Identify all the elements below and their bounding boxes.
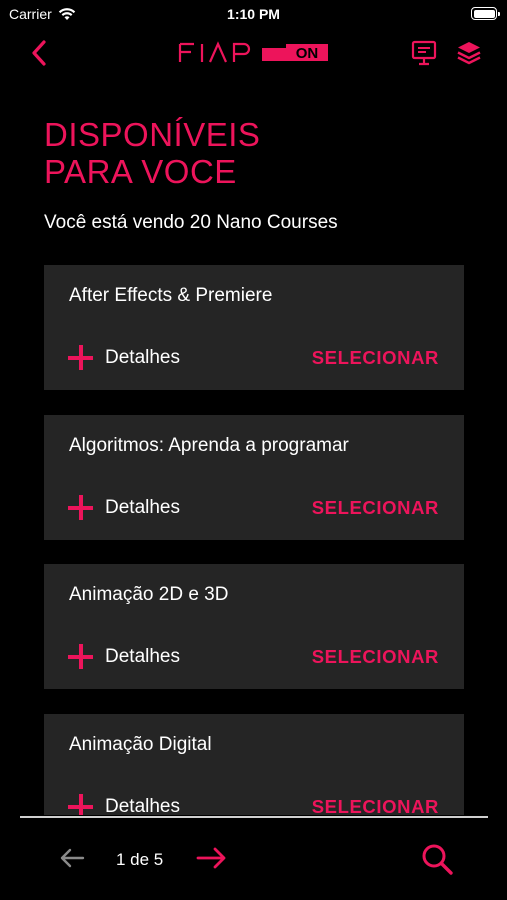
page-title-line1: DISPONÍVEIS: [44, 116, 261, 153]
chevron-left-icon[interactable]: [28, 38, 52, 68]
course-title: After Effects & Premiere: [69, 285, 273, 306]
course-title: Animação Digital: [69, 734, 212, 755]
status-time: 1:10 PM: [227, 6, 280, 22]
page-title-line2: PARA VOCE: [44, 153, 237, 190]
course-card: After Effects & Premiere Detalhes SELECI…: [44, 265, 464, 390]
page-indicator: 1 de 5: [116, 850, 164, 869]
plus-icon: [68, 644, 93, 669]
plus-icon: [68, 345, 93, 370]
details-button[interactable]: Detalhes: [68, 644, 180, 669]
monitor-icon[interactable]: [410, 39, 438, 67]
course-title: Animação 2D e 3D: [69, 584, 229, 605]
battery-icon: [471, 7, 500, 20]
details-label: Detalhes: [105, 346, 180, 368]
details-button[interactable]: Detalhes: [68, 345, 180, 370]
course-list[interactable]: After Effects & Premiere Detalhes SELECI…: [44, 265, 464, 815]
nav-bar: ON: [0, 30, 507, 76]
course-card: Algoritmos: Aprenda a programar Detalhes…: [44, 415, 464, 540]
results-count-text: Você está vendo 20 Nano Courses: [44, 212, 338, 233]
plus-icon: [68, 794, 93, 815]
details-label: Detalhes: [105, 645, 180, 667]
select-button[interactable]: SELECIONAR: [312, 347, 439, 369]
arrow-right-icon[interactable]: [195, 844, 229, 872]
search-icon[interactable]: [420, 842, 454, 876]
fiap-on-logo: ON: [178, 41, 328, 63]
page-title: DISPONÍVEIS PARA VOCE: [44, 116, 260, 190]
course-card: Animação 2D e 3D Detalhes SELECIONAR: [44, 564, 464, 689]
details-label: Detalhes: [105, 496, 180, 518]
status-bar: Carrier 1:10 PM: [0, 0, 507, 30]
select-button[interactable]: SELECIONAR: [312, 646, 439, 668]
plus-icon: [68, 495, 93, 520]
arrow-left-icon[interactable]: [58, 846, 86, 870]
logo-on-text: ON: [296, 45, 319, 62]
select-button[interactable]: SELECIONAR: [312, 796, 439, 815]
select-button[interactable]: SELECIONAR: [312, 497, 439, 519]
details-button[interactable]: Detalhes: [68, 495, 180, 520]
details-label: Detalhes: [105, 795, 180, 816]
layers-icon[interactable]: [455, 39, 483, 67]
bottom-divider: [20, 816, 488, 818]
details-button[interactable]: Detalhes: [68, 794, 180, 815]
course-title: Algoritmos: Aprenda a programar: [69, 435, 349, 456]
course-card: Animação Digital Detalhes SELECIONAR: [44, 714, 464, 815]
